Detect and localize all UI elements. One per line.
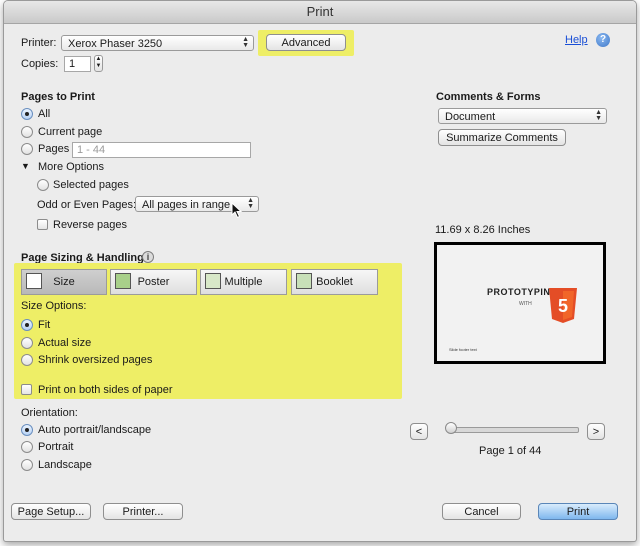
page-indicator: Page 1 of 44 xyxy=(479,445,542,457)
portrait-radio[interactable] xyxy=(21,441,33,453)
comments-select-value: Document xyxy=(445,111,496,123)
printer-label: Printer: xyxy=(21,37,57,49)
pages-range-radio[interactable] xyxy=(21,143,33,155)
size-options-label: Size Options: xyxy=(21,300,87,312)
fit-label: Fit xyxy=(38,319,51,331)
shrink-radio[interactable] xyxy=(21,354,33,366)
popup-arrows-icon: ▲ ▼ xyxy=(242,36,249,49)
poster-icon xyxy=(115,273,131,289)
next-page-button[interactable]: > xyxy=(587,423,605,440)
popup-arrows-icon: ▲ ▼ xyxy=(247,197,254,210)
print-preview: PROTOTYPING WITH 5 Slide footer text xyxy=(434,242,606,364)
pages-to-print-heading: Pages to Print xyxy=(21,91,95,103)
tab-multiple[interactable]: Multiple xyxy=(200,269,287,295)
both-sides-checkbox[interactable] xyxy=(21,384,32,395)
advanced-button[interactable]: Advanced xyxy=(266,34,346,51)
disclosure-triangle-icon[interactable]: ▼ xyxy=(21,161,30,171)
tab-poster-label: Poster xyxy=(137,276,170,288)
pages-range-field[interactable]: 1 - 44 xyxy=(72,142,251,158)
print-button[interactable]: Print xyxy=(538,503,618,520)
tab-booklet[interactable]: Booklet xyxy=(291,269,378,295)
html5-badge-number: 5 xyxy=(558,296,568,316)
fit-radio[interactable] xyxy=(21,319,33,331)
copies-field[interactable]: 1 xyxy=(64,56,91,72)
multiple-icon xyxy=(205,273,221,289)
info-icon[interactable]: i xyxy=(142,251,154,263)
selected-pages-radio[interactable] xyxy=(37,179,49,191)
both-sides-label: Print on both sides of paper xyxy=(38,384,173,396)
printer-button[interactable]: Printer... xyxy=(103,503,183,520)
cancel-button[interactable]: Cancel xyxy=(442,503,521,520)
copies-stepper[interactable]: ▲ ▼ xyxy=(94,55,103,72)
printer-select-value: Xerox Phaser 3250 xyxy=(68,38,163,50)
summarize-comments-button[interactable]: Summarize Comments xyxy=(438,129,566,146)
tab-poster[interactable]: Poster xyxy=(110,269,197,295)
odd-even-value: All pages in range xyxy=(142,199,231,211)
booklet-icon xyxy=(296,273,312,289)
html5-logo-icon: 5 xyxy=(549,288,577,323)
pages-all-label: All xyxy=(38,108,51,120)
window-title: Print xyxy=(4,1,636,24)
slide-with: WITH xyxy=(519,301,532,307)
tab-size[interactable]: Size xyxy=(21,269,107,295)
pages-range-label: Pages xyxy=(38,143,70,155)
orientation-heading: Orientation: xyxy=(21,407,78,419)
pages-all-radio[interactable] xyxy=(21,108,33,120)
portrait-label: Portrait xyxy=(38,441,74,453)
landscape-label: Landscape xyxy=(38,459,92,471)
comments-select[interactable]: Document ▲ ▼ xyxy=(438,108,607,124)
help-icon[interactable]: ? xyxy=(596,33,610,47)
page-setup-button[interactable]: Page Setup... xyxy=(11,503,91,520)
more-options-label[interactable]: More Options xyxy=(38,161,104,173)
page-slider-knob[interactable] xyxy=(445,422,457,434)
print-dialog: Print Printer: Xerox Phaser 3250 ▲ ▼ Adva… xyxy=(3,0,637,542)
pages-current-radio[interactable] xyxy=(21,126,33,138)
selected-pages-label: Selected pages xyxy=(53,179,129,191)
shrink-label: Shrink oversized pages xyxy=(38,354,153,366)
reverse-pages-checkbox[interactable] xyxy=(37,219,48,230)
mouse-cursor-icon xyxy=(231,202,243,219)
comments-heading: Comments & Forms xyxy=(436,91,541,103)
size-icon xyxy=(26,273,42,289)
copies-label: Copies: xyxy=(21,58,59,70)
pages-current-label: Current page xyxy=(38,126,103,138)
auto-orientation-label: Auto portrait/landscape xyxy=(38,424,152,436)
actual-size-label: Actual size xyxy=(38,337,92,349)
actual-size-radio[interactable] xyxy=(21,337,33,349)
popup-arrows-icon: ▲ ▼ xyxy=(595,109,602,122)
auto-orientation-radio[interactable] xyxy=(21,424,33,436)
page-slider-track[interactable] xyxy=(447,427,579,433)
preview-page: PROTOTYPING WITH 5 Slide footer text xyxy=(437,245,603,361)
prev-page-button[interactable]: < xyxy=(410,423,428,440)
tab-booklet-label: Booklet xyxy=(316,276,353,288)
tab-multiple-label: Multiple xyxy=(224,276,263,288)
reverse-pages-label: Reverse pages xyxy=(53,219,127,231)
help-link[interactable]: Help xyxy=(565,34,588,46)
paper-size-label: 11.69 x 8.26 Inches xyxy=(435,224,531,236)
odd-even-label: Odd or Even Pages: xyxy=(37,199,137,211)
printer-select[interactable]: Xerox Phaser 3250 ▲ ▼ xyxy=(61,35,254,51)
tab-size-label: Size xyxy=(53,276,75,288)
slide-footer-text: Slide footer text xyxy=(449,348,477,352)
landscape-radio[interactable] xyxy=(21,459,33,471)
